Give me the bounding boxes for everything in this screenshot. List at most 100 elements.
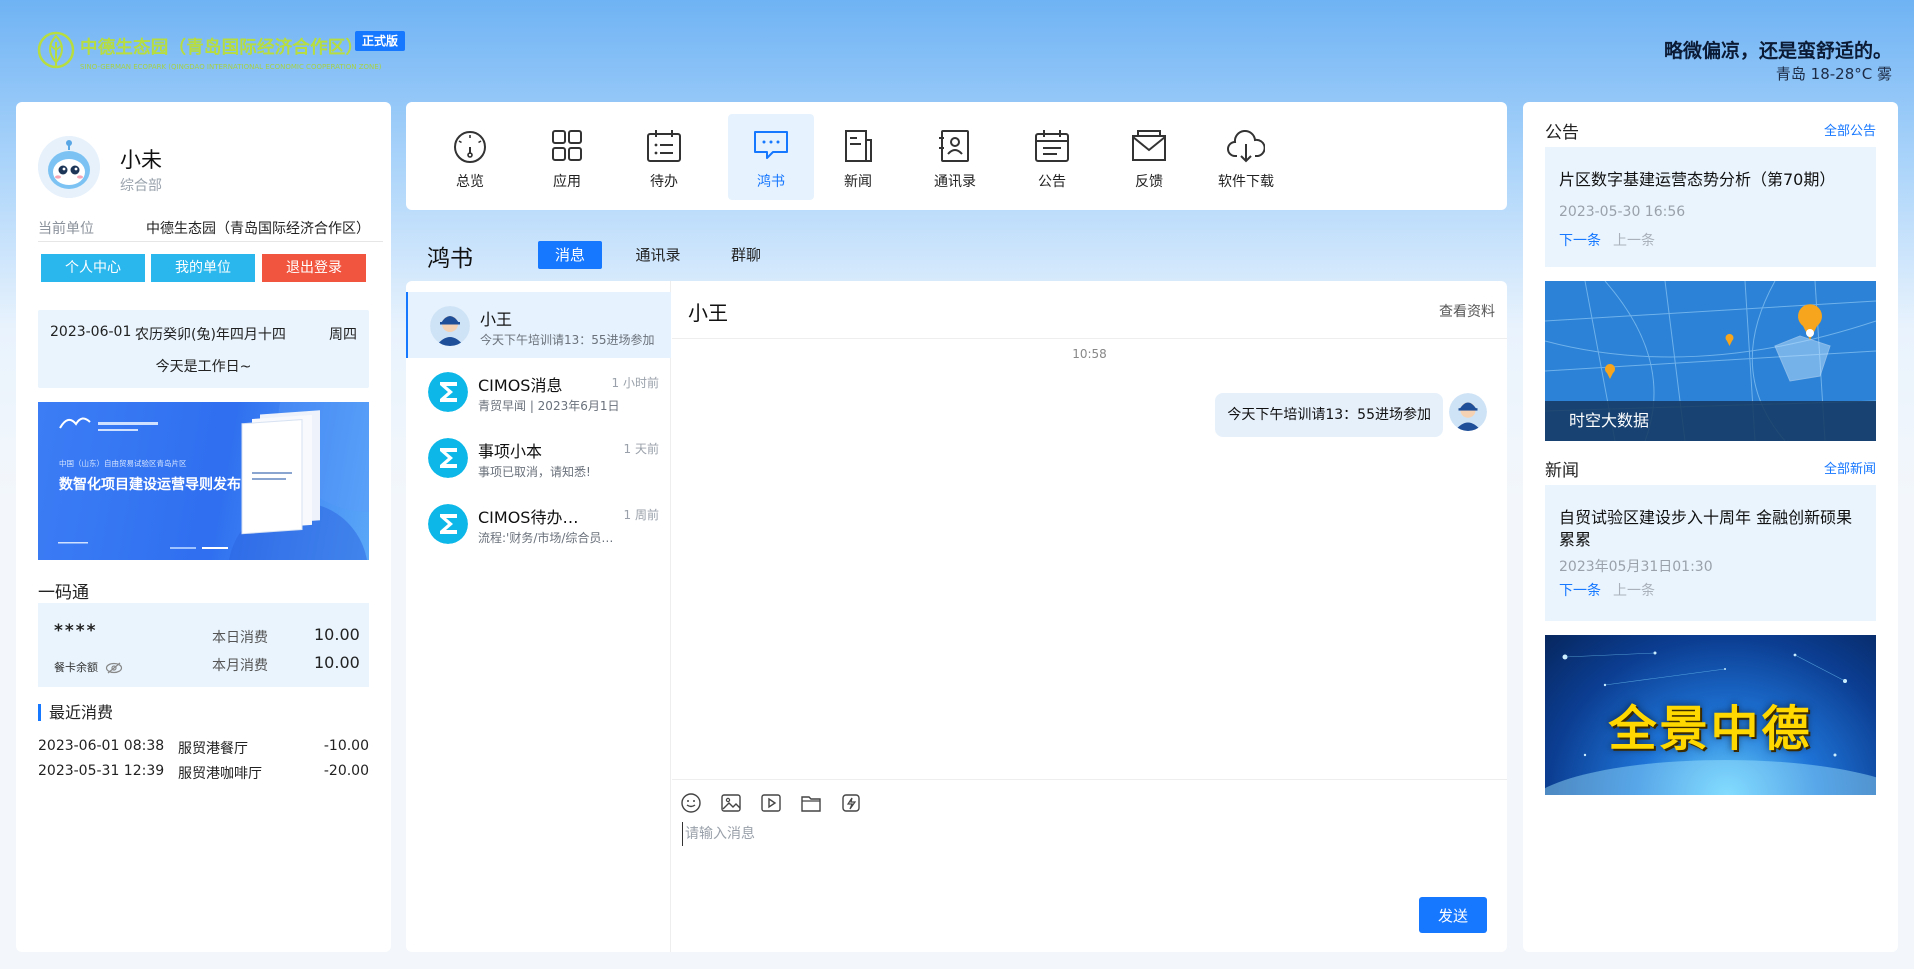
notice-title[interactable]: 片区数字基建运营态势分析（第70期） bbox=[1559, 169, 1862, 191]
transaction-row: 2023-05-31 12:39 服贸港咖啡厅 -20.00 bbox=[38, 763, 369, 785]
card-balance-label: 餐卡余额 bbox=[54, 659, 123, 675]
image-icon[interactable] bbox=[720, 792, 742, 814]
nav-label: 总览 bbox=[456, 174, 484, 190]
nav-label: 软件下载 bbox=[1218, 174, 1274, 190]
calendar-card: 2023-06-01 农历癸卯(兔)年四月十四 周四 今天是工作日~ bbox=[38, 310, 369, 388]
conversation-preview: 流程:'财务/市场/综合员… bbox=[478, 531, 614, 545]
view-profile-link[interactable]: 查看资料 bbox=[1439, 301, 1495, 321]
envelope-icon bbox=[1132, 130, 1166, 161]
conversation-time: 1 天前 bbox=[623, 442, 659, 456]
eye-hidden-icon[interactable] bbox=[105, 662, 123, 674]
tab-groups[interactable]: 群聊 bbox=[720, 241, 772, 269]
profile-panel: 小未 综合部 当前单位 中德生态园（青岛国际经济合作区） 个人中心 我的单位 退… bbox=[16, 102, 391, 952]
emoji-icon[interactable] bbox=[680, 792, 702, 814]
avatar bbox=[430, 306, 470, 346]
spatial-data-card[interactable]: 时空大数据 bbox=[1545, 281, 1876, 441]
nav-news[interactable]: 新闻 bbox=[815, 114, 901, 200]
send-button[interactable]: 发送 bbox=[1419, 897, 1487, 933]
nav-label: 应用 bbox=[553, 174, 581, 190]
person-avatar-icon bbox=[1449, 393, 1487, 431]
conversation-list[interactable]: 小王 今天下午培训请13：55进场参加 CIMOS消息 青贸早闻 | 2023年… bbox=[406, 281, 671, 952]
all-news-link[interactable]: 全部新闻 bbox=[1824, 458, 1876, 477]
news-prev-link[interactable]: 上一条 bbox=[1613, 580, 1655, 600]
message-timestamp: 10:58 bbox=[1072, 347, 1107, 361]
quick-action-icon[interactable] bbox=[840, 792, 862, 814]
yimatong-title: 一码通 bbox=[38, 583, 89, 603]
conversation-name: CIMOS待办… bbox=[478, 508, 579, 527]
transaction-amount: -20.00 bbox=[323, 763, 369, 779]
promo-banner[interactable]: 中国（山东）自由贸易试验区青岛片区 数智化项目建设运营导则发布 bbox=[38, 402, 369, 560]
conversation-item[interactable]: CIMOS消息 青贸早闻 | 2023年6月1日 1 小时前 bbox=[406, 358, 671, 424]
notice-section-title: 公告 bbox=[1545, 123, 1579, 143]
gauge-icon bbox=[454, 131, 486, 163]
message-bubble: 今天下午培训请13：55进场参加 bbox=[1215, 393, 1443, 437]
avatar bbox=[428, 504, 468, 544]
conversation-name: 事项小本 bbox=[478, 442, 543, 461]
conversation-name: 小王 bbox=[480, 310, 513, 329]
conversation-time: 1 周前 bbox=[623, 508, 659, 522]
unit-label: 当前单位 bbox=[38, 221, 94, 237]
news-card: 自贸试验区建设步入十周年 金融创新硕果累累 2023年05月31日01:30 下… bbox=[1545, 485, 1876, 621]
conversation-item[interactable]: CIMOS待办… 流程:'财务/市场/综合员… 1 周前 bbox=[406, 490, 671, 556]
nav-hongshu[interactable]: 鸿书 bbox=[728, 114, 814, 200]
today-spend-label: 本日消费 bbox=[212, 630, 268, 646]
month-spend-value: 10.00 bbox=[314, 653, 360, 672]
tab-contacts[interactable]: 通讯录 bbox=[624, 241, 692, 269]
weather-text: 略微偏凉，还是蛮舒适的。 bbox=[1663, 40, 1892, 62]
panorama-banner[interactable]: 全景中德 bbox=[1545, 635, 1876, 795]
nav-notice[interactable]: 公告 bbox=[1009, 114, 1095, 200]
personal-center-button[interactable]: 个人中心 bbox=[41, 254, 145, 282]
nav-label: 通讯录 bbox=[934, 174, 976, 190]
robot-avatar-icon bbox=[38, 136, 100, 198]
conversation-name: CIMOS消息 bbox=[478, 376, 563, 395]
all-notices-link[interactable]: 全部公告 bbox=[1824, 120, 1876, 139]
nav-contacts[interactable]: 通讯录 bbox=[912, 114, 998, 200]
sigma-app-icon bbox=[428, 372, 468, 412]
logo-subtitle: SINO-GERMAN ECOPARK (QINGDAO INTERNATION… bbox=[80, 63, 382, 71]
news-next-link[interactable]: 下一条 bbox=[1559, 580, 1601, 600]
sigma-app-icon bbox=[428, 504, 468, 544]
transaction-date: 2023-05-31 12:39 bbox=[38, 763, 165, 779]
nav-overview[interactable]: 总览 bbox=[427, 114, 513, 200]
current-unit-row: 当前单位 中德生态园（青岛国际经济合作区） bbox=[38, 212, 383, 242]
news-section-title: 新闻 bbox=[1545, 461, 1579, 481]
news-date: 2023年05月31日01:30 bbox=[1559, 559, 1713, 575]
site-logo[interactable]: 中德生态园（青岛国际经济合作区） SINO-GERMAN ECOPARK (QI… bbox=[36, 28, 381, 74]
notice-next-link[interactable]: 下一条 bbox=[1559, 230, 1601, 250]
my-unit-button[interactable]: 我的单位 bbox=[151, 254, 255, 282]
message-input[interactable] bbox=[682, 822, 1482, 846]
avatar bbox=[1449, 393, 1487, 431]
conversation-preview: 青贸早闻 | 2023年6月1日 bbox=[478, 399, 620, 413]
nav-todo[interactable]: 待办 bbox=[621, 114, 707, 200]
nav-label: 公告 bbox=[1038, 174, 1066, 190]
cloud-download-icon bbox=[1227, 130, 1265, 163]
conversation-item[interactable]: 小王 今天下午培训请13：55进场参加 bbox=[406, 292, 671, 358]
news-title[interactable]: 自贸试验区建设步入十周年 金融创新硕果累累 bbox=[1559, 507, 1862, 551]
today-spend-value: 10.00 bbox=[314, 625, 360, 644]
logout-button[interactable]: 退出登录 bbox=[262, 254, 366, 282]
avatar[interactable] bbox=[38, 136, 100, 198]
notice-prev-link[interactable]: 上一条 bbox=[1613, 230, 1655, 250]
unit-value: 中德生态园（青岛国际经济合作区） bbox=[146, 221, 370, 237]
version-badge: 正式版 bbox=[355, 31, 406, 51]
user-name: 小未 bbox=[120, 148, 162, 172]
panorama-title: 全景中德 bbox=[1608, 701, 1813, 757]
chat-header: 小王 查看资料 bbox=[672, 281, 1507, 339]
nav-feedback[interactable]: 反馈 bbox=[1106, 114, 1192, 200]
spatial-data-caption: 时空大数据 bbox=[1545, 401, 1876, 441]
video-icon[interactable] bbox=[760, 792, 782, 814]
nav-download[interactable]: 软件下载 bbox=[1203, 114, 1289, 200]
message-composer: 发送 bbox=[672, 779, 1507, 952]
tab-messages[interactable]: 消息 bbox=[538, 241, 602, 269]
conversation-item[interactable]: 事项小本 事项已取消，请知悉! 1 天前 bbox=[406, 424, 671, 490]
page-title: 鸿书 bbox=[427, 246, 473, 272]
folder-icon[interactable] bbox=[800, 792, 822, 814]
newspaper-icon bbox=[845, 130, 872, 162]
notice-calendar-icon bbox=[1035, 130, 1069, 162]
todo-calendar-icon bbox=[647, 130, 681, 162]
top-nav: 总览 应用 待办 鸿书 新闻 通讯录 公告 反馈 软件下载 bbox=[406, 102, 1507, 210]
conversation-preview: 事项已取消，请知悉! bbox=[478, 465, 591, 479]
chat-contact-name: 小王 bbox=[688, 301, 728, 325]
nav-apps[interactable]: 应用 bbox=[524, 114, 610, 200]
nav-label: 待办 bbox=[650, 174, 678, 190]
